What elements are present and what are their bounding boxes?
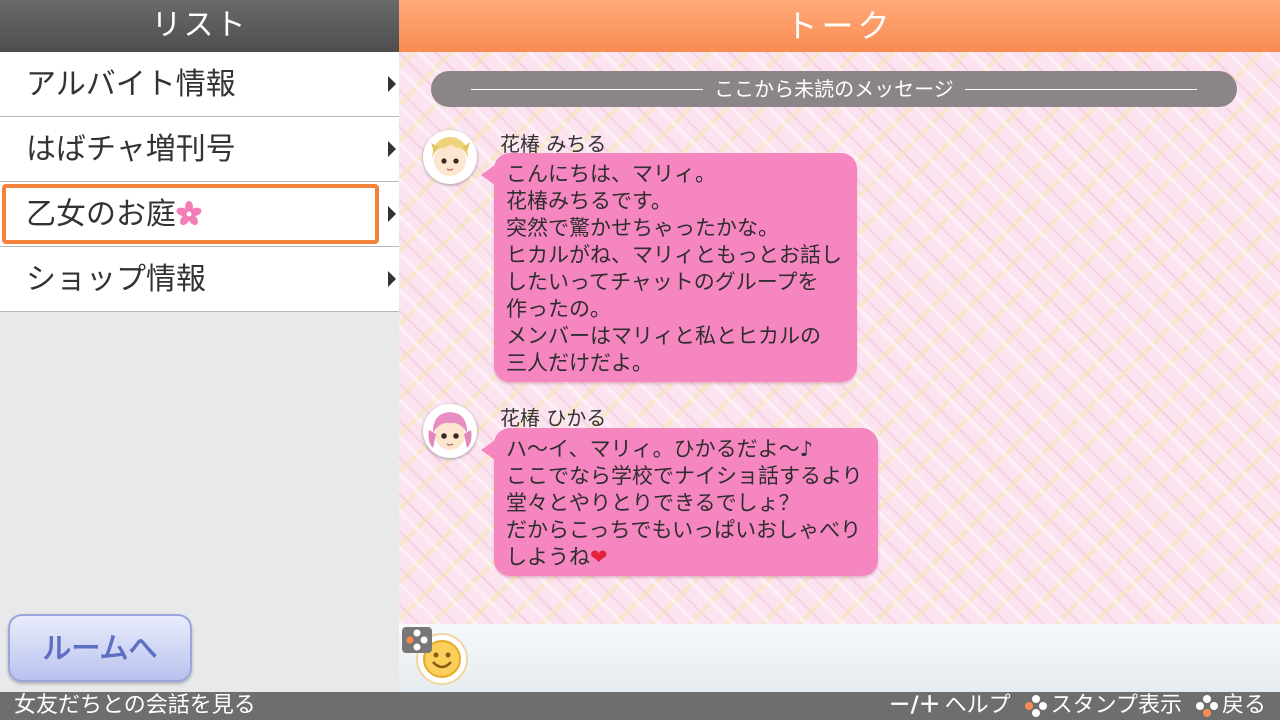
message-line: こんにちは、マリィ。: [506, 162, 716, 186]
screen-hint: 女友だちとの会話を見る: [14, 693, 256, 718]
minus-plus-keys: －/＋: [888, 693, 941, 718]
list-title: リスト: [0, 0, 399, 52]
help-label: ヘルプ: [944, 693, 1011, 718]
back-label: 戻る: [1221, 693, 1266, 718]
message-line: しようね❤: [506, 544, 866, 571]
stamp-display-control[interactable]: スタンプ表示: [1024, 692, 1182, 720]
bubble-tail: [481, 165, 495, 185]
message-line: 堂々とやりとりできるでしょ？: [506, 491, 800, 515]
menu-item-label: アルバイト情報: [26, 67, 236, 102]
avatar-michiru[interactable]: [423, 130, 477, 184]
avatar-hikaru[interactable]: [423, 404, 477, 458]
unread-divider-label: ここから未読のメッセージ: [714, 77, 954, 101]
stamp-bar: [399, 624, 1280, 692]
unread-divider: ここから未読のメッセージ: [431, 71, 1237, 107]
chevron-right-icon: [388, 76, 396, 92]
message-bubble: こんにちは、マリィ。 花椿みちるです。 突然で驚かせちゃったかな。 ヒカルがね、…: [481, 153, 857, 382]
message-line: ここでなら学校でナイショ話するより: [506, 464, 863, 488]
message-line: だからこっちでもいっぱいおしゃべり: [506, 518, 862, 542]
talk-panel: トーク ここから未読のメッセージ 花椿 みちる こんにちは、マリィ。 花椿みちる…: [399, 0, 1280, 692]
menu-item-maidens-garden[interactable]: 乙女のお庭: [0, 182, 399, 247]
back-control[interactable]: 戻る: [1195, 692, 1266, 720]
message-line: 作ったの。: [506, 297, 611, 321]
to-room-button[interactable]: ルームへ: [8, 614, 192, 682]
menu-item-part-time-info[interactable]: アルバイト情報: [0, 52, 399, 117]
talk-title: トーク: [399, 0, 1280, 52]
bottom-hint-bar: 女友だちとの会話を見る －/＋ ヘルプ スタンプ表示 戻る: [0, 692, 1280, 720]
message-line: メンバーはマリィと私とヒカルの: [506, 324, 821, 348]
sender-name: 花椿 ひかる: [500, 406, 607, 430]
message-line: ヒカルがね、マリィともっとお話し: [506, 243, 842, 267]
message-line: 三人だけだよ。: [506, 351, 653, 375]
help-control[interactable]: －/＋ ヘルプ: [889, 692, 1011, 720]
control-hints: －/＋ ヘルプ スタンプ表示 戻る: [889, 692, 1266, 720]
menu-item-label: はばチャ増刊号: [26, 132, 236, 167]
menu-item-habacha-extra[interactable]: はばチャ増刊号: [0, 117, 399, 182]
dpad-down-icon: [1195, 695, 1218, 717]
stamp-display-label: スタンプ表示: [1050, 693, 1182, 718]
message-bubble: ハ～イ、マリィ。ひかるだよ～♪ ここでなら学校でナイショ話するより 堂々とやりと…: [481, 428, 878, 576]
message-line: したいってチャットのグループを: [506, 270, 819, 294]
chat-log[interactable]: ここから未読のメッセージ 花椿 みちる こんにちは、マリィ。 花椿みちるです。 …: [399, 52, 1280, 624]
controller-button-hint-icon: [402, 627, 432, 653]
chevron-right-icon: [388, 141, 396, 157]
dpad-left-icon: [1024, 695, 1047, 717]
hikaru-avatar-icon: [428, 412, 472, 450]
divider-line-right: [965, 89, 1197, 90]
selection-highlight: [2, 184, 379, 244]
michiru-avatar-icon: [431, 137, 470, 176]
menu-item-label: ショップ情報: [26, 262, 206, 297]
chevron-right-icon: [388, 206, 396, 222]
divider-line-left: [471, 89, 703, 90]
bubble-tail: [481, 440, 495, 460]
message-line: ハ～イ、マリィ。ひかるだよ～♪: [506, 437, 813, 461]
list-menu: アルバイト情報 はばチャ増刊号 乙女のお庭 ショップ情報: [0, 52, 399, 312]
chevron-right-icon: [388, 271, 396, 287]
menu-item-shop-info[interactable]: ショップ情報: [0, 247, 399, 312]
message-line: 花椿みちるです。: [506, 189, 672, 213]
message-line-text: しようね: [506, 545, 590, 569]
message-line: 突然で驚かせちゃったかな。: [506, 216, 779, 240]
heart-icon: ❤: [590, 545, 608, 569]
list-panel: リスト アルバイト情報 はばチャ増刊号 乙女のお庭 ショップ情報 ルームへ: [0, 0, 399, 692]
